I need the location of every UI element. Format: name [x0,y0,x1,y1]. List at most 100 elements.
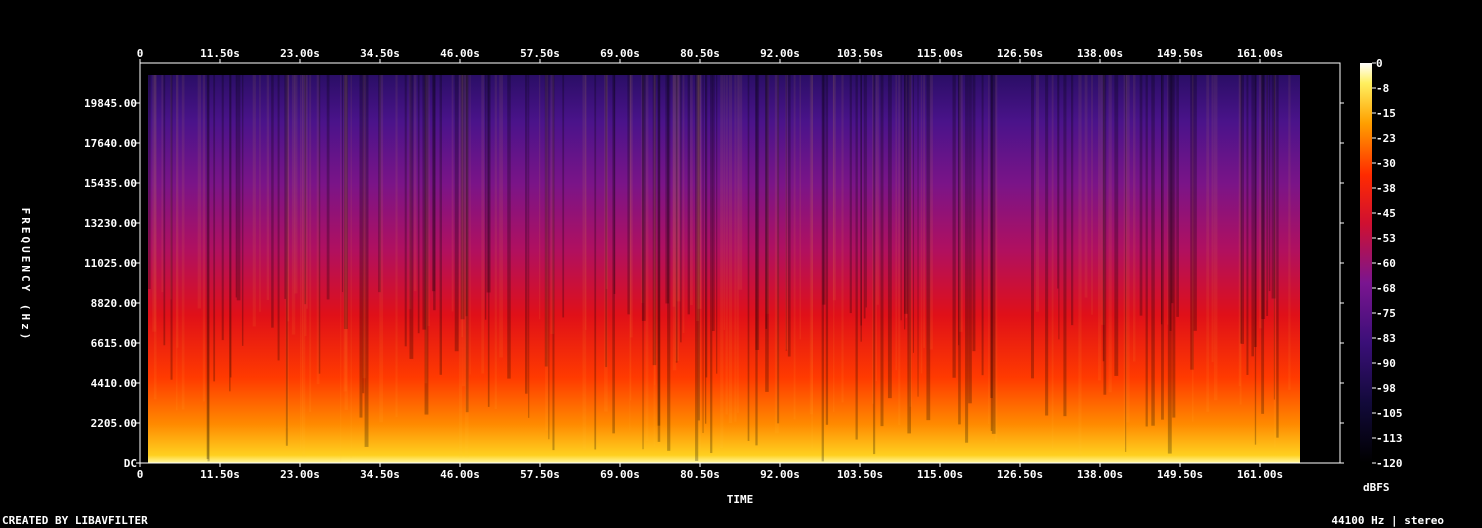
spectrum-stripe [1057,75,1059,289]
x-tick-label: 92.00s [760,47,800,60]
colorbar-tick-label: -98 [1376,382,1396,395]
spectrum-stripe [875,75,877,382]
spectrum-stripe [1171,75,1174,304]
spectrum-stripe [1206,75,1210,412]
spectrum-stripe [865,75,867,308]
spectrum-stripe [926,75,931,421]
spectrum-stripe [395,75,398,418]
spectrum-stripe [424,75,428,384]
spectrum-stripe [236,75,241,301]
spectrum-stripe [409,75,414,359]
spectrum-stripe [755,75,760,350]
spectrum-stripe [929,75,933,350]
spectrum-stripe [221,75,224,341]
x-tick-label: 11.50s [200,468,240,481]
spectrum-stripe [811,75,813,451]
spectrum-stripe [672,75,676,307]
spectrum-stripe [702,75,704,434]
y-tick-label: 13230.00 [84,217,137,230]
spectrum-stripe [1160,75,1163,325]
spectrum-stripe [469,75,471,375]
spectrum-stripe [170,75,173,380]
x-axis-top: 0 11.50s 23.00s 34.50s 46.00s 57.50s 69.00s 80.… [137,47,1283,63]
colorbar-tick-label: -30 [1376,157,1396,170]
spectrum-stripe [872,75,874,404]
spectrum-stripe [259,75,261,312]
spectrum-stripe [737,75,739,413]
spectrum-stripe [972,75,976,352]
spectrum-stripe [1145,75,1148,427]
spectrum-stripe [959,75,963,332]
x-tick-label: 92.00s [760,468,800,481]
spectrum-stripe [181,75,185,410]
colorbar-tick-label: -90 [1376,357,1396,370]
spectrum-stripe [1063,75,1067,417]
spectrum-stripe [793,75,796,420]
spectrum-stripe [299,75,302,452]
spectrum-stripe [413,75,417,292]
spectrum-stripe [682,75,685,334]
colorbar-tick-label: -38 [1376,182,1396,195]
spectrum-stripe [481,75,485,374]
spectrum-stripe [832,75,836,301]
spectrum-stripe [507,75,511,379]
y-tick-label: 15435.00 [84,177,137,190]
spectrum-stripe [1268,75,1271,292]
spectrum-stripe [1045,75,1049,416]
x-tick-label: 161.00s [1237,47,1283,60]
spectrum-stripe [1251,75,1254,357]
spectrum-stripe [548,75,550,440]
spectrum-stripe [710,75,713,454]
x-tick-label: 80.50s [680,468,720,481]
spectrum-stripe [1091,75,1093,315]
x-tick-label: 23.00s [280,468,320,481]
spectrum-stripe [860,75,862,326]
spectrum-stripe [1084,75,1088,298]
x-tick-label: 57.50s [520,47,560,60]
spectrum-stripe [952,75,956,378]
y-tick-label: 4410.00 [91,377,137,390]
spectrum-stripe [206,75,209,460]
colorbar-tick-label: -75 [1376,307,1396,320]
spectrum-stripe [728,75,733,424]
footer-credit: CREATED BY LIBAVFILTER [2,514,148,527]
colorbar-label: dBFS [1363,481,1390,494]
spectrum-stripe [898,75,901,426]
x-tick-label: 126.50s [997,468,1043,481]
x-tick-label: 69.00s [600,468,640,481]
spectrum-stripe [1288,75,1291,390]
spectrum-stripe [704,75,707,424]
spectrum-stripe [605,75,608,290]
spectrum-stripe [988,75,990,425]
x-tick-label: 115.00s [917,468,963,481]
spectrum-stripe [454,75,459,352]
spectrum-stripe [965,75,969,443]
spectrum-stripe [1132,75,1136,362]
spectrum-stripe [451,75,454,312]
spectrum-stripe [1246,75,1249,375]
spectrum-stripe [1035,75,1040,312]
footer-sample-info: 44100 Hz | stereo [1331,514,1444,527]
spectrum-stripe [799,75,802,340]
spectrum-stripe [697,75,702,452]
x-axis-bottom: 0 11.50s 23.00s 34.50s 46.00s 57.50s 69.00s 80.… [137,463,1283,481]
spectrum-stripe [404,75,407,347]
spectrum-stripe [585,75,587,331]
x-tick-label: 138.00s [1077,47,1123,60]
spectrum-stripe [153,75,157,400]
spectrum-stripe [439,75,443,375]
colorbar-tick-label: -105 [1376,407,1403,420]
spectrum-stripe [528,75,530,418]
spectrum-stripe [994,75,998,442]
spectrum-stripe [738,75,743,290]
spectrum-stripe [161,75,164,293]
spectrum-stripe [277,75,280,361]
x-tick-label: 34.50s [360,47,400,60]
spectrum-stripe [494,75,497,410]
spectrum-stripe [825,75,829,425]
x-tick-label: 115.00s [917,47,963,60]
spectrum-stripe [538,75,541,320]
spectrum-stripe [461,75,463,338]
y-tick-label: 11025.00 [84,257,137,270]
spectrum-stripe [359,75,363,418]
